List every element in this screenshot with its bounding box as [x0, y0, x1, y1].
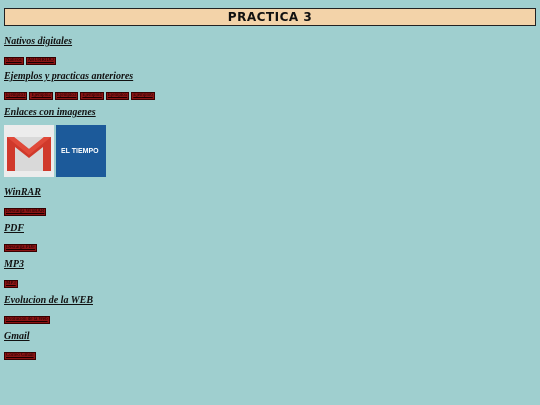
link-descarga-winrar[interactable]: Descarga WinRAR — [4, 208, 47, 216]
section-heading: Nativos digitales — [4, 36, 73, 47]
section-mp3: MP3 MP3 — [4, 259, 24, 288]
section-evolucion-web: Evolucion de la WEB Evolución de la Web — [4, 295, 93, 324]
section-heading: PDF — [4, 223, 24, 234]
link-ejemplo-1[interactable]: Ejemplo1 — [4, 92, 28, 100]
section-heading: Gmail — [4, 331, 30, 342]
gmail-icon — [4, 125, 54, 177]
link-nativos[interactable]: Nativos — [4, 57, 24, 65]
link-evolucion-web[interactable]: Evolución de la Web — [4, 316, 50, 324]
section-winrar: WinRAR Descarga WinRAR — [4, 187, 47, 216]
link-ejemplo-3[interactable]: Ejemplo3 — [54, 92, 79, 100]
link-descarga-pdf[interactable]: Descarga PDF — [4, 244, 37, 252]
el-tiempo-logo-text: EL TIEMPO — [61, 147, 99, 155]
section-heading: WinRAR — [4, 187, 41, 198]
section-heading: Ejemplos y practicas anteriores — [4, 71, 134, 82]
section-pdf: PDF Descarga PDF — [4, 223, 37, 252]
link-mp3[interactable]: MP3 — [4, 280, 18, 288]
page-title: PRACTICA 3 — [4, 8, 536, 26]
link-ejemplo-5[interactable]: Ejemplo5 — [105, 92, 130, 100]
link-ejemplo-2[interactable]: Ejemplo2 — [29, 92, 53, 100]
gmail-image-link[interactable] — [4, 125, 54, 177]
section-heading: Evolucion de la WEB — [4, 295, 93, 306]
section-heading: MP3 — [4, 259, 24, 270]
el-tiempo-image-link[interactable]: EL TIEMPO — [56, 125, 106, 177]
section-ejemplos: Ejemplos y practicas anteriores Ejemplo1… — [4, 71, 155, 100]
link-ejemplo-6[interactable]: Ejemplo6 — [131, 92, 155, 100]
link-correo-gmail[interactable]: Correo Gmail — [4, 352, 36, 360]
section-gmail: Gmail Correo Gmail — [4, 331, 36, 360]
section-enlaces-imagenes: Enlaces con imagenes EL TIEMPO — [4, 107, 106, 177]
link-ejemplo-4[interactable]: Ejemplo4 — [80, 92, 104, 100]
link-aburrido[interactable]: ABURRIDO — [25, 57, 56, 65]
section-nativos-digitales: Nativos digitales Nativos ABURRIDO — [4, 36, 72, 65]
section-heading: Enlaces con imagenes — [4, 107, 96, 118]
